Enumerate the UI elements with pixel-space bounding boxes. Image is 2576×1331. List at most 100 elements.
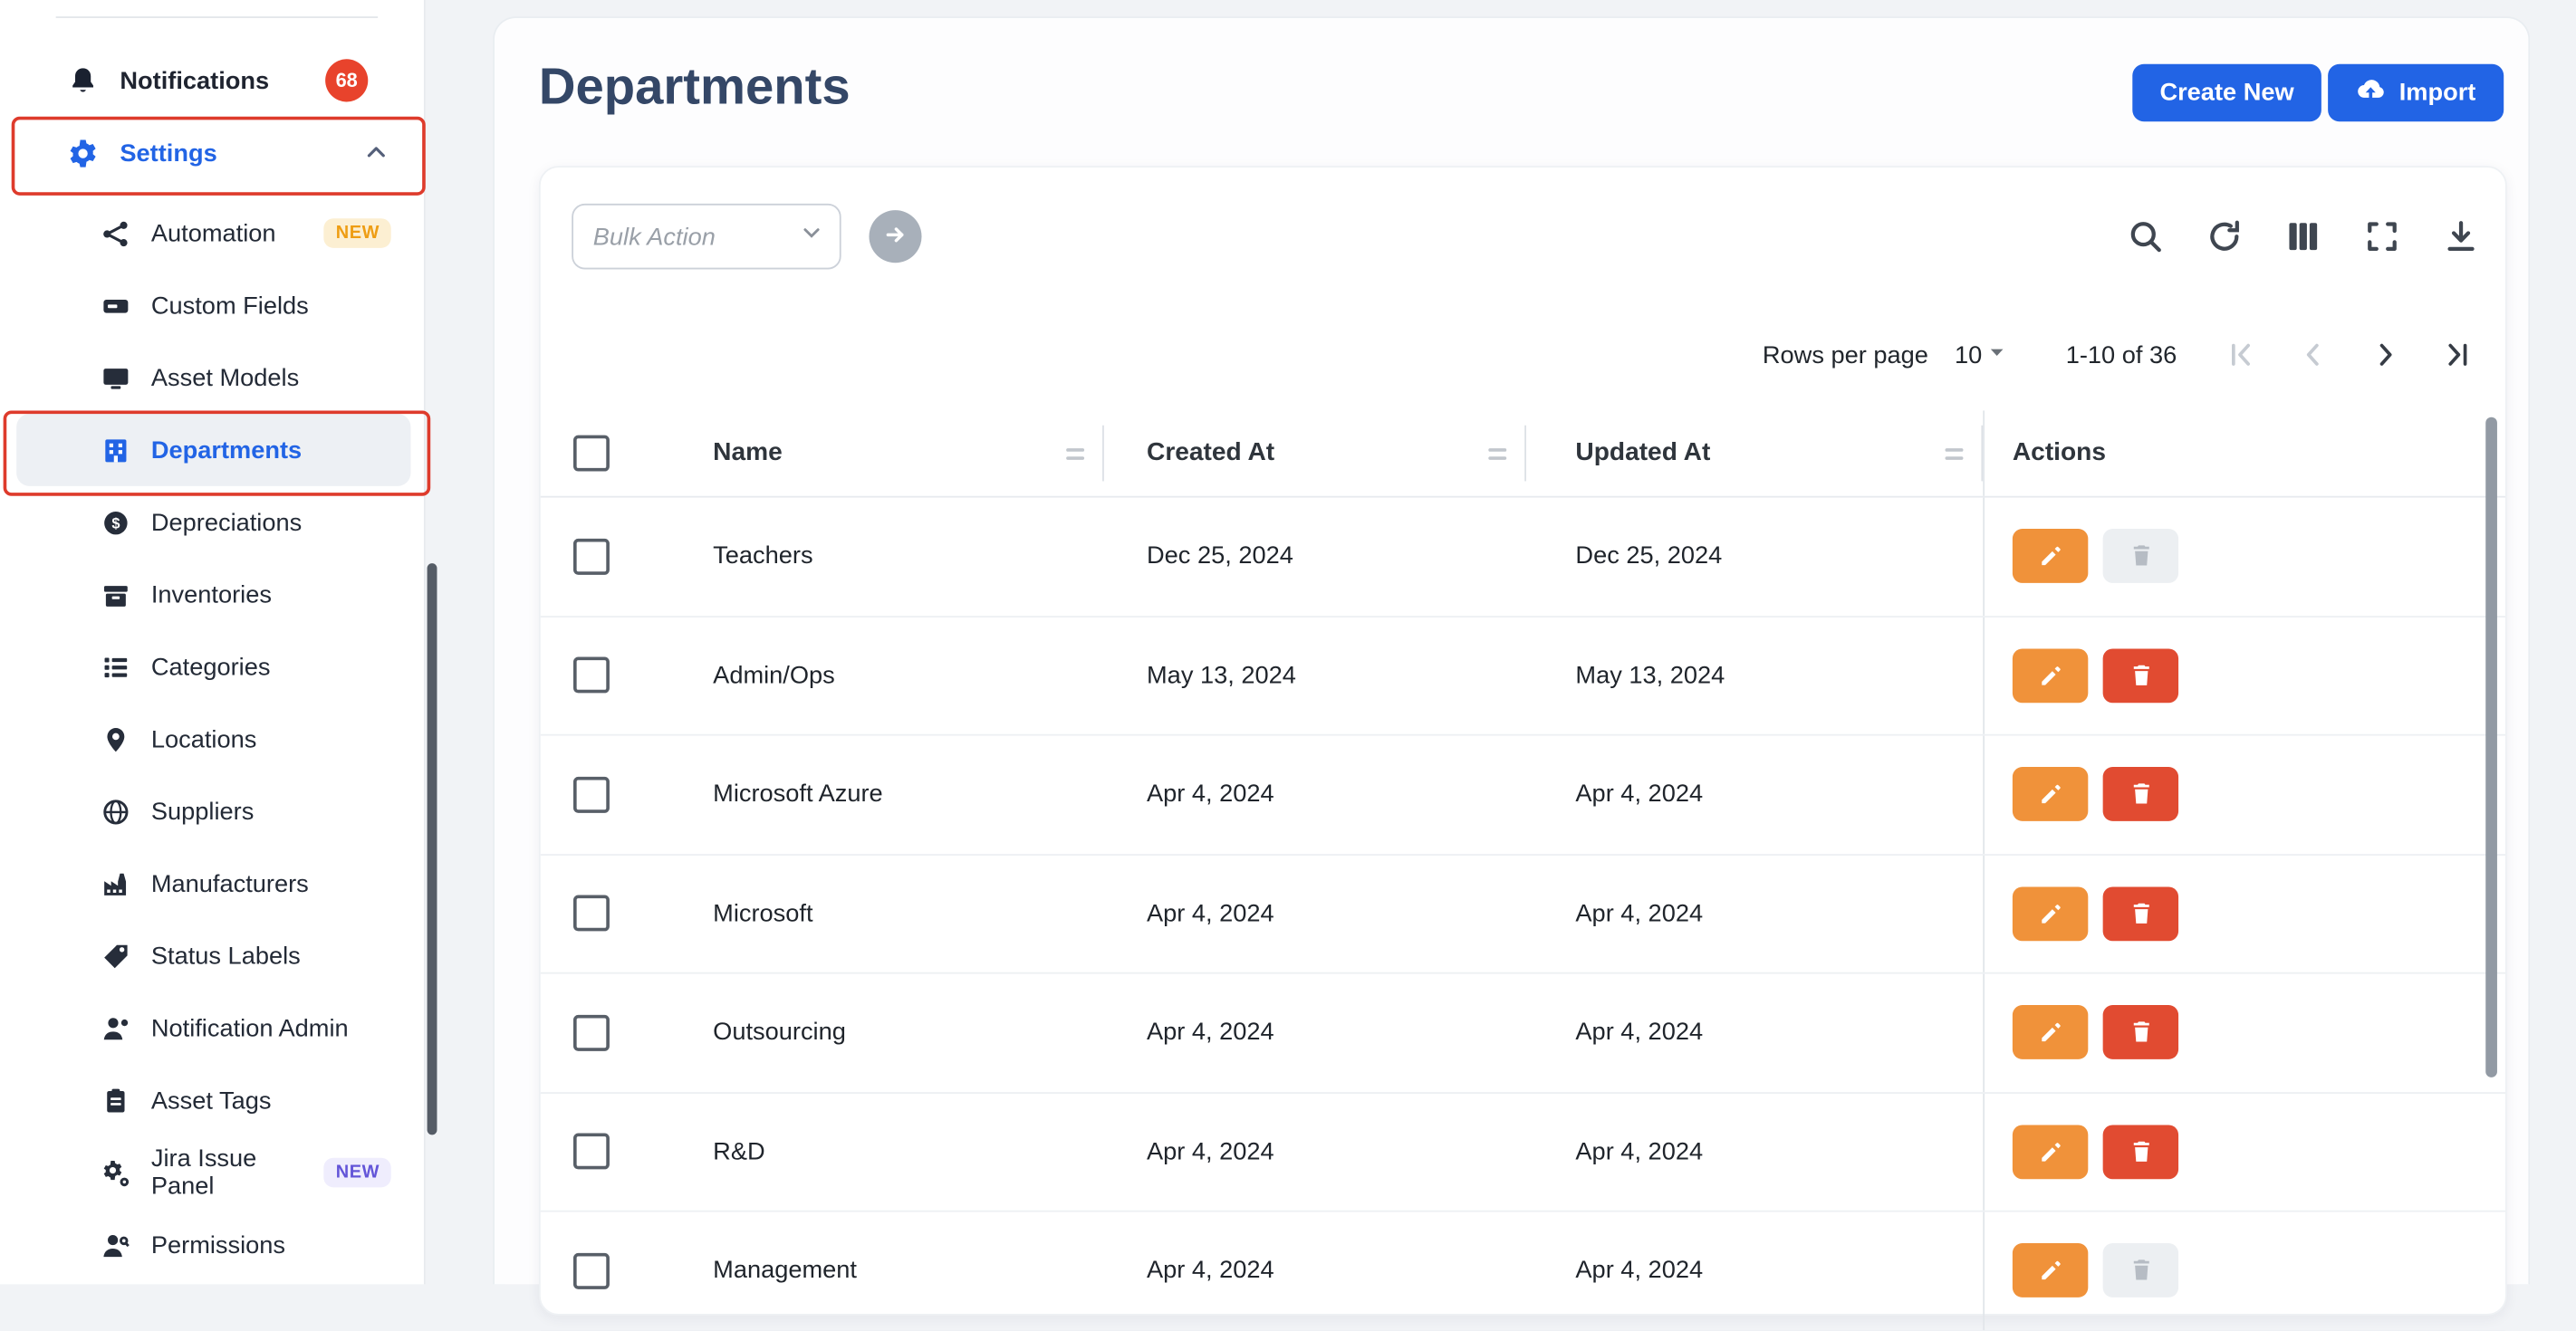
- edit-button[interactable]: [2013, 767, 2088, 821]
- cell-updated-at: Apr 4, 2024: [1526, 780, 1983, 809]
- delete-button[interactable]: [2103, 767, 2178, 821]
- sidebar-item-manufacturers[interactable]: Manufacturers: [16, 847, 410, 920]
- sidebar-item-depreciations[interactable]: $ Depreciations: [16, 486, 410, 559]
- sidebar-item-label: Suppliers: [151, 798, 254, 826]
- import-label: Import: [2399, 79, 2476, 107]
- column-drag-handle-icon[interactable]: [1066, 447, 1084, 459]
- edit-button[interactable]: [2013, 648, 2088, 703]
- sidebar-item-jira-issue-panel[interactable]: Jira Issue Panel NEW: [16, 1136, 410, 1209]
- next-page-button[interactable]: [2360, 330, 2409, 379]
- cell-name: Management: [680, 1257, 1104, 1285]
- row-checkbox[interactable]: [573, 895, 610, 932]
- suppliers-icon: [99, 798, 131, 826]
- delete-button[interactable]: [2103, 1243, 2178, 1297]
- refresh-button[interactable]: [2206, 218, 2243, 254]
- cell-name: Microsoft Azure: [680, 780, 1104, 809]
- apply-bulk-action-button[interactable]: [869, 210, 921, 263]
- column-header-updated-at[interactable]: Updated At: [1526, 410, 1983, 495]
- cell-name: R&D: [680, 1137, 1104, 1165]
- edit-button[interactable]: [2013, 886, 2088, 941]
- sidebar-item-label: Status Labels: [151, 942, 301, 970]
- departments-icon: [99, 436, 131, 464]
- select-all-checkbox[interactable]: [573, 436, 610, 472]
- sidebar-item-notifications[interactable]: Notifications 68: [16, 44, 410, 117]
- locations-icon: [99, 725, 131, 753]
- sidebar-item-status-labels[interactable]: Status Labels: [16, 920, 410, 992]
- row-checkbox[interactable]: [573, 776, 610, 812]
- main-panel: Departments Create New Import Bulk Actio…: [493, 16, 2530, 1284]
- sidebar-item-notification-admin[interactable]: Notification Admin: [16, 992, 410, 1065]
- row-checkbox[interactable]: [573, 538, 610, 574]
- first-page-button[interactable]: [2216, 330, 2265, 379]
- automation-icon: [99, 219, 131, 247]
- sidebar-item-inventories[interactable]: Inventories: [16, 559, 410, 631]
- sidebar-scrollbar[interactable]: [428, 563, 437, 1135]
- fullscreen-button[interactable]: [2364, 218, 2400, 254]
- column-header-created-at[interactable]: Created At: [1104, 410, 1526, 495]
- delete-button[interactable]: [2103, 648, 2178, 703]
- edit-button[interactable]: [2013, 1125, 2088, 1179]
- sidebar-item-label: Automation: [151, 219, 276, 247]
- depreciations-icon: $: [99, 508, 131, 536]
- table-scrollbar[interactable]: [2485, 417, 2497, 1077]
- edit-button[interactable]: [2013, 529, 2088, 583]
- sidebar-item-automation[interactable]: Automation NEW: [16, 197, 410, 270]
- table-row: Microsoft Azure Apr 4, 2024 Apr 4, 2024: [541, 736, 2505, 855]
- sidebar-item-locations[interactable]: Locations: [16, 703, 410, 775]
- table-header: Name Created At Updated At Actions: [541, 410, 2505, 497]
- sidebar-item-asset-models[interactable]: Asset Models: [16, 341, 410, 414]
- import-button[interactable]: Import: [2329, 64, 2504, 121]
- row-checkbox[interactable]: [573, 657, 610, 694]
- column-drag-handle-icon[interactable]: [1946, 447, 1964, 459]
- cell-created-at: Dec 25, 2024: [1104, 542, 1526, 570]
- sidebar-item-settings[interactable]: Settings: [16, 117, 410, 189]
- download-button[interactable]: [2443, 218, 2479, 254]
- new-badge: NEW: [324, 1158, 391, 1188]
- last-page-button[interactable]: [2433, 330, 2482, 379]
- sidebar: Notifications 68 Settings Automation NEW: [0, 0, 426, 1284]
- sidebar-item-categories[interactable]: Categories: [16, 630, 410, 703]
- permissions-icon: [99, 1230, 131, 1259]
- sidebar-item-asset-tags[interactable]: Asset Tags: [16, 1064, 410, 1136]
- cell-updated-at: Apr 4, 2024: [1526, 1137, 1983, 1165]
- sidebar-divider: [56, 16, 379, 18]
- bulk-action-select[interactable]: Bulk Action: [572, 204, 841, 270]
- row-checkbox[interactable]: [573, 1252, 610, 1288]
- edit-button[interactable]: [2013, 1005, 2088, 1059]
- sidebar-item-custom-fields[interactable]: Custom Fields: [16, 269, 410, 341]
- create-new-button[interactable]: Create New: [2132, 64, 2322, 121]
- notification-admin-icon: [99, 1014, 131, 1042]
- cell-created-at: Apr 4, 2024: [1104, 1257, 1526, 1285]
- column-drag-handle-icon[interactable]: [1488, 447, 1506, 459]
- cell-name: Outsourcing: [680, 1019, 1104, 1047]
- row-checkbox[interactable]: [573, 1134, 610, 1170]
- sidebar-item-suppliers[interactable]: Suppliers: [16, 775, 410, 847]
- sidebar-item-permissions[interactable]: Permissions: [16, 1209, 410, 1281]
- columns-button[interactable]: [2285, 218, 2321, 254]
- jira-icon: [99, 1159, 131, 1187]
- edit-button[interactable]: [2013, 1243, 2088, 1297]
- delete-button[interactable]: [2103, 1005, 2178, 1059]
- table-row: Admin/Ops May 13, 2024 May 13, 2024: [541, 617, 2505, 735]
- custom-fields-icon: [99, 292, 131, 320]
- rows-per-page-select[interactable]: 10: [1955, 340, 2010, 370]
- rows-per-page-value: 10: [1955, 340, 1982, 369]
- column-separator: [1981, 426, 1983, 482]
- app-root: Notifications 68 Settings Automation NEW: [0, 0, 2576, 1284]
- bulk-action-placeholder: Bulk Action: [593, 223, 801, 251]
- column-label: Actions: [2013, 438, 2106, 468]
- row-checkbox[interactable]: [573, 1014, 610, 1050]
- delete-button[interactable]: [2103, 886, 2178, 941]
- new-badge: NEW: [324, 218, 391, 248]
- sidebar-item-departments[interactable]: Departments: [16, 414, 410, 486]
- search-button[interactable]: [2128, 218, 2164, 254]
- cell-updated-at: Dec 25, 2024: [1526, 542, 1983, 570]
- column-header-name[interactable]: Name: [680, 410, 1104, 495]
- table-row: Microsoft Apr 4, 2024 Apr 4, 2024: [541, 855, 2505, 973]
- sidebar-item-label: Depreciations: [151, 508, 302, 536]
- delete-button[interactable]: [2103, 529, 2178, 583]
- previous-page-button[interactable]: [2289, 330, 2338, 379]
- sidebar-item-label: Departments: [151, 436, 302, 464]
- delete-button[interactable]: [2103, 1125, 2178, 1179]
- bell-icon: [66, 65, 99, 96]
